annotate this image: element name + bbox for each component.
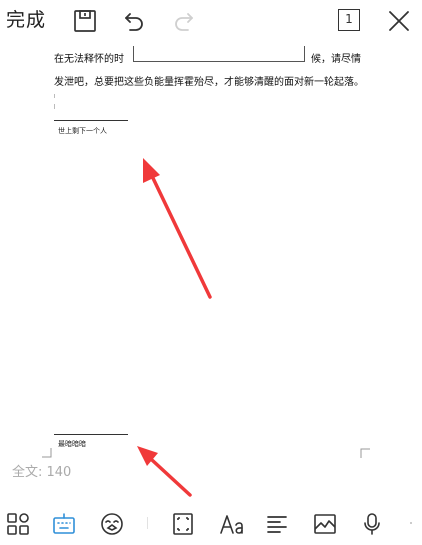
font-icon[interactable] — [220, 512, 244, 536]
bottom-toolbar — [0, 500, 422, 545]
arrow-up-to-bottom-snippet — [137, 446, 192, 497]
image-icon[interactable] — [313, 512, 337, 536]
apps-icon[interactable] — [6, 512, 30, 536]
microphone-icon[interactable] — [360, 512, 384, 536]
keyboard-icon[interactable] — [52, 512, 76, 536]
toolbar-scroll-hint — [410, 522, 412, 524]
fullscreen-icon[interactable] — [171, 512, 195, 536]
word-count: 全文: 140 — [12, 465, 72, 480]
align-icon[interactable] — [266, 512, 290, 536]
emoji-icon[interactable] — [100, 512, 124, 536]
arrow-up-to-snippet — [143, 158, 212, 299]
toolbar-separator — [147, 517, 148, 529]
